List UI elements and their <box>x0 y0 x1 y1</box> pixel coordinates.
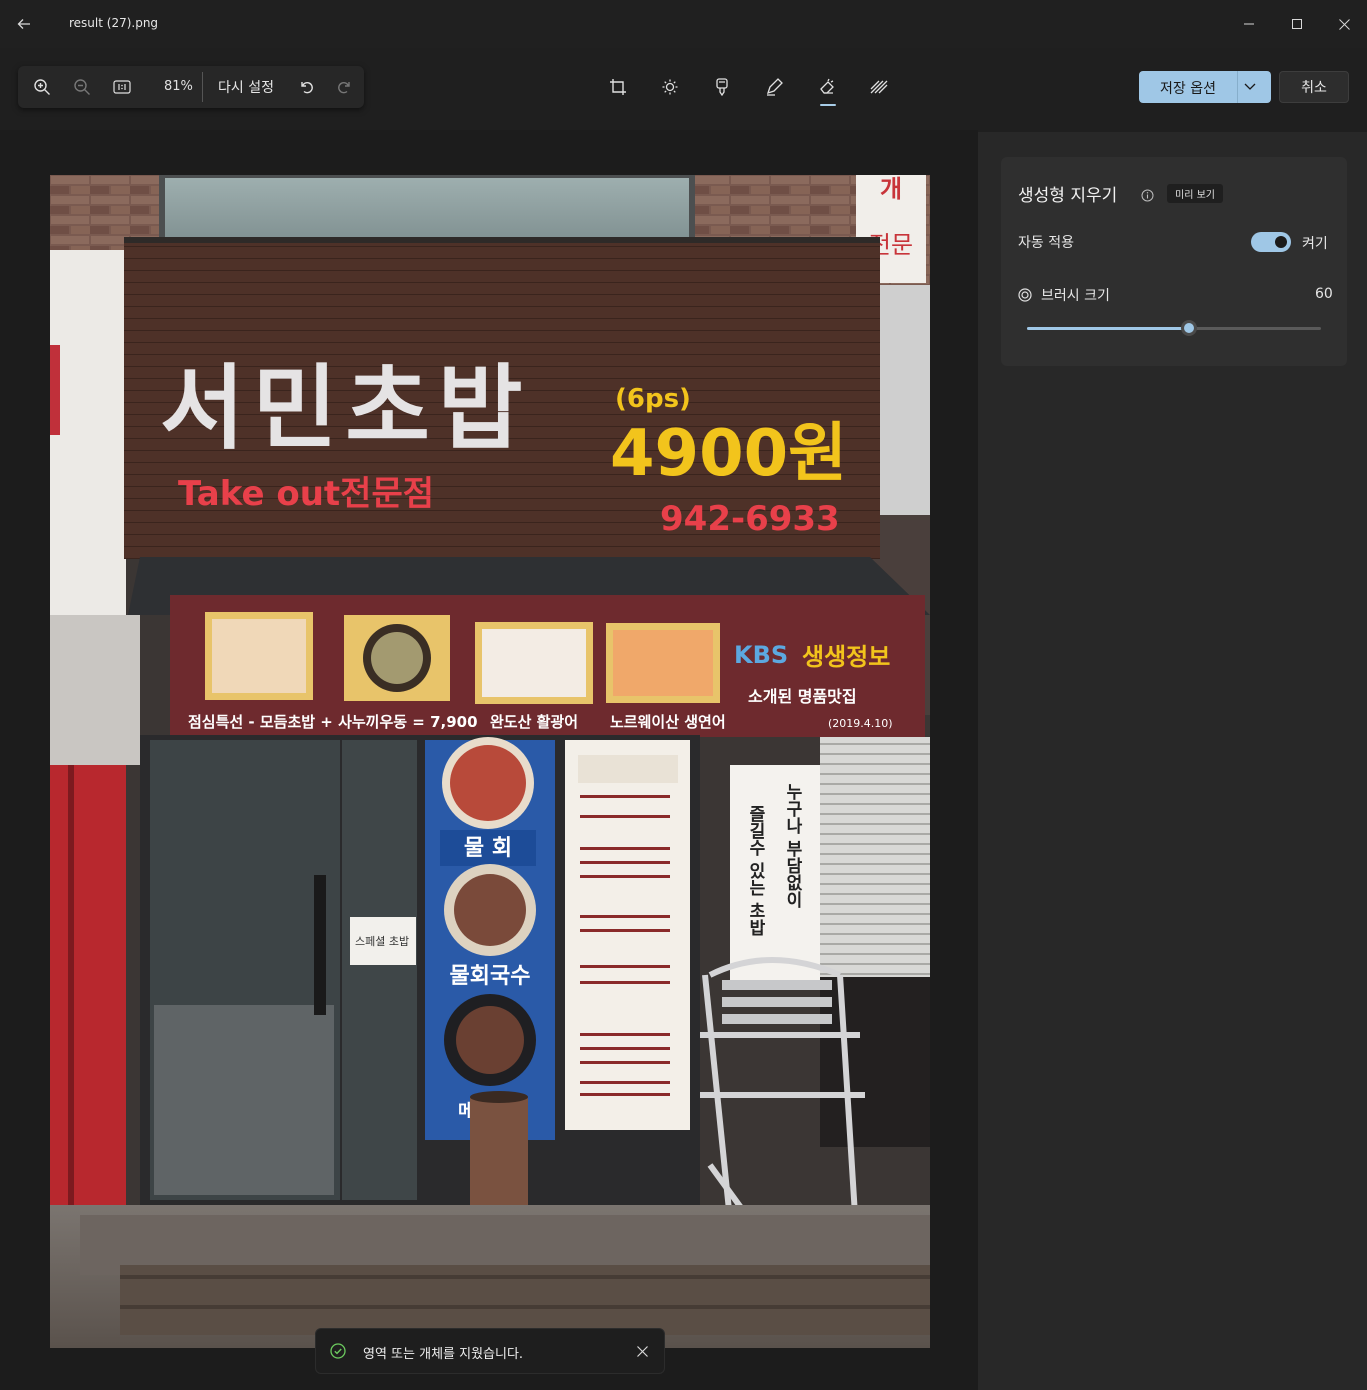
actual-size-icon <box>113 80 131 94</box>
panel-title: 생성형 지우기 <box>1018 186 1118 206</box>
redo-icon <box>338 82 350 94</box>
sign-takeout-text: Take out전문점 <box>178 474 434 514</box>
storefront-image: 개 전문 서민초밥 (6ps) 4900원 Take out전문점 942-69… <box>50 175 930 1348</box>
zoom-out-button[interactable] <box>68 73 96 101</box>
undo-icon <box>301 82 313 94</box>
chevron-down-icon[interactable] <box>1243 79 1257 97</box>
actual-size-button[interactable] <box>108 73 136 101</box>
title-bar: result (27).png <box>0 0 1367 48</box>
zoom-toolbar: 81% 다시 설정 <box>18 66 364 108</box>
adjust-tool-button[interactable] <box>652 72 688 102</box>
zoom-in-button[interactable] <box>28 73 56 101</box>
auto-apply-label: 자동 적용 <box>1018 235 1074 251</box>
brush-size-value: 60 <box>1315 286 1333 302</box>
slider-thumb[interactable] <box>1180 320 1197 336</box>
save-options-button[interactable]: 저장 옵션 <box>1139 71 1271 103</box>
toast-close-button[interactable] <box>632 1341 652 1361</box>
close-icon <box>1338 18 1350 30</box>
minimize-button[interactable] <box>1226 0 1272 48</box>
sign-name-text: 서민초밥 <box>160 355 531 462</box>
edited-photo[interactable]: 개 전문 서민초밥 (6ps) 4900원 Take out전문점 942-69… <box>50 175 930 1348</box>
erase-tool-button[interactable] <box>809 72 845 102</box>
poster-1-text: 물 회 <box>464 836 512 861</box>
svg-text:개: 개 <box>880 175 902 203</box>
maximize-button[interactable] <box>1274 0 1320 48</box>
active-tool-indicator <box>820 104 836 106</box>
undo-button[interactable] <box>292 73 320 101</box>
banner-item3-text: 노르웨이산 생연어 <box>610 713 726 731</box>
banner-show-text: 생생정보 <box>802 643 890 671</box>
zoom-out-icon <box>74 79 90 95</box>
crop-icon <box>610 79 626 95</box>
filter-tool-button[interactable] <box>704 72 740 102</box>
brightness-icon <box>662 79 678 95</box>
slider-fill <box>1027 327 1189 330</box>
banner-intro-text: 소개된 명품맛집 <box>748 687 857 706</box>
info-icon[interactable] <box>1141 187 1154 206</box>
brush-size-label: 브러시 크기 <box>1041 288 1110 304</box>
auto-apply-state: 켜기 <box>1302 236 1328 252</box>
brush-size-icon <box>1018 287 1032 306</box>
generative-erase-card: 생성형 지우기 미리 보기 자동 적용 켜기 브러시 크기 60 <box>1001 157 1347 366</box>
markup-tool-button[interactable] <box>756 72 792 102</box>
zoom-in-icon <box>34 79 50 95</box>
back-arrow-icon <box>17 19 30 29</box>
minimize-icon <box>1244 23 1254 25</box>
brush-filter-icon <box>716 78 728 96</box>
reset-button[interactable]: 다시 설정 <box>218 77 274 97</box>
door-note-text: 스페셜 초밥 <box>355 935 409 948</box>
auto-apply-toggle[interactable] <box>1251 232 1291 252</box>
zoom-level[interactable]: 81% <box>164 79 193 94</box>
back-button[interactable] <box>10 10 38 38</box>
brush-size-slider[interactable] <box>1027 320 1321 336</box>
banner-item2-text: 완도산 활광어 <box>490 713 578 731</box>
sign-price-text: 4900원 <box>610 417 847 491</box>
notification-toast: 영역 또는 개체를 지웠습니다. <box>315 1328 665 1374</box>
sign-pieces-text: (6ps) <box>615 384 691 414</box>
background-tool-button[interactable] <box>861 72 897 102</box>
close-icon <box>636 1345 648 1357</box>
cancel-button[interactable]: 취소 <box>1279 71 1349 103</box>
banner-kbs-text: KBS <box>734 641 788 669</box>
pen-icon <box>766 78 783 96</box>
poster-2-text: 물회국수 <box>450 964 531 989</box>
banner-lunch-text: 점심특선 - 모듬초밥 + 사누끼우동 = 7,900 <box>188 713 478 731</box>
toast-message: 영역 또는 개체를 지웠습니다. <box>363 1347 524 1362</box>
success-check-icon <box>330 1343 346 1363</box>
maximize-icon <box>1292 19 1302 29</box>
toggle-knob <box>1275 236 1287 248</box>
preview-badge: 미리 보기 <box>1167 184 1223 203</box>
window-title: result (27).png <box>69 16 159 30</box>
eraser-icon <box>820 78 834 94</box>
save-split-divider <box>1237 71 1238 103</box>
background-blur-icon <box>870 80 888 94</box>
crop-tool-button[interactable] <box>600 72 636 102</box>
banner-date-text: (2019.4.10) <box>828 717 893 730</box>
side-sign-1-text: 누구나 부담없이 <box>782 783 802 909</box>
redo-button[interactable] <box>331 73 359 101</box>
sign-phone-text: 942-6933 <box>660 499 840 539</box>
close-window-button[interactable] <box>1321 0 1367 48</box>
side-sign-2-text: 즐길수 있는 초밥 <box>745 805 765 936</box>
toolbar-divider <box>202 72 203 102</box>
save-options-label: 저장 옵션 <box>1160 81 1216 97</box>
